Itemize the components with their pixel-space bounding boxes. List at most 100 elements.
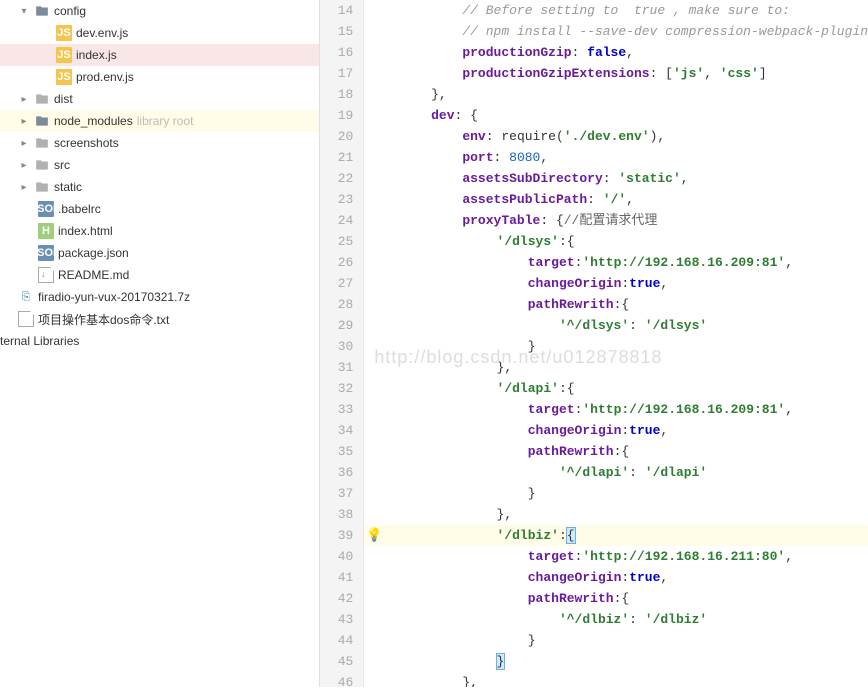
code-line: productionGzipExtensions: ['js', 'css'] [364,63,868,84]
code-line: // Before setting to true , make sure to… [364,0,868,21]
tree-file-index-js[interactable]: JS index.js [0,44,319,66]
code-line: target:'http://192.168.16.209:81', [364,252,868,273]
tree-file-babelrc[interactable]: JSON .babelrc [0,198,319,220]
tree-file-package-json[interactable]: JSON package.json [0,242,319,264]
chevron-right-icon: ▸ [18,182,30,193]
tree-file-dos-txt[interactable]: 项目操作基本dos命令.txt [0,308,319,330]
js-file-icon: JS [56,47,72,63]
project-file-tree[interactable]: ▾ config JS dev.env.js JS index.js JS pr… [0,0,320,687]
code-line: env: require('./dev.env'), [364,126,868,147]
line-number: 36 [320,462,353,483]
js-file-icon: JS [56,69,72,85]
folder-icon [34,179,50,195]
code-line: changeOrigin:true, [364,273,868,294]
folder-icon [34,135,50,151]
line-number: 16 [320,42,353,63]
line-number: 24 [320,210,353,231]
tree-external-libraries[interactable]: ternal Libraries [0,330,319,352]
code-line: productionGzip: false, [364,42,868,63]
archive-file-icon: ⎘ [18,289,34,305]
line-number: 18 [320,84,353,105]
code-area[interactable]: http://blog.csdn.net/u012878818 // Befor… [364,0,868,687]
tree-label: dist [54,92,73,106]
tree-label: static [54,180,82,194]
tree-folder-static[interactable]: ▸ static [0,176,319,198]
code-line: // npm install --save-dev compression-we… [364,21,868,42]
code-line: pathRewrith:{ [364,441,868,462]
code-line-cursor: 💡 '/dlbiz':{ [364,525,868,546]
code-line: } [364,630,868,651]
folder-icon [34,3,50,19]
js-file-icon: JS [56,25,72,41]
code-line: target:'http://192.168.16.211:80', [364,546,868,567]
tree-label: node_modules [54,114,133,128]
line-number: 38 [320,504,353,525]
line-number: 23 [320,189,353,210]
tree-label: index.html [58,224,113,238]
line-number: 40 [320,546,353,567]
code-line: dev: { [364,105,868,126]
tree-label: dev.env.js [76,26,128,40]
text-file-icon [18,311,34,327]
code-line: '^/dlbiz': '/dlbiz' [364,609,868,630]
line-number: 26 [320,252,353,273]
code-line: pathRewrith:{ [364,588,868,609]
line-number: 34 [320,420,353,441]
tree-label: config [54,4,86,18]
tree-label: screenshots [54,136,119,150]
line-number: 25 [320,231,353,252]
code-line: assetsPublicPath: '/', [364,189,868,210]
line-number: 46 [320,672,353,693]
library-root-note: library root [137,114,194,128]
line-number: 45 [320,651,353,672]
tree-folder-src[interactable]: ▸ src [0,154,319,176]
tree-file-readme[interactable]: README.md [0,264,319,286]
line-number: 27 [320,273,353,294]
line-number: 14 [320,0,353,21]
line-number: 39 [320,525,353,546]
code-line: target:'http://192.168.16.209:81', [364,399,868,420]
line-number: 15 [320,21,353,42]
code-line: }, [364,504,868,525]
chevron-right-icon: ▸ [18,116,30,127]
line-number-gutter: 1415161718192021222324252627282930313233… [320,0,364,687]
chevron-right-icon: ▸ [18,160,30,171]
code-line: }, [364,84,868,105]
line-number: 37 [320,483,353,504]
chevron-right-icon: ▸ [18,138,30,149]
folder-icon [34,91,50,107]
tree-file-firadio[interactable]: ⎘ firadio-yun-vux-20170321.7z [0,286,319,308]
chevron-down-icon: ▾ [18,6,30,17]
tree-folder-config[interactable]: ▾ config [0,0,319,22]
tree-label: .babelrc [58,202,101,216]
line-number: 35 [320,441,353,462]
folder-icon [34,113,50,129]
tree-label: package.json [58,246,129,260]
tree-file-index-html[interactable]: H index.html [0,220,319,242]
tree-folder-screenshots[interactable]: ▸ screenshots [0,132,319,154]
code-line: changeOrigin:true, [364,420,868,441]
line-number: 21 [320,147,353,168]
line-number: 19 [320,105,353,126]
tree-label: firadio-yun-vux-20170321.7z [38,290,190,304]
line-number: 32 [320,378,353,399]
line-number: 33 [320,399,353,420]
tree-label: README.md [58,268,129,282]
line-number: 44 [320,630,353,651]
tree-file-prod-env[interactable]: JS prod.env.js [0,66,319,88]
line-number: 43 [320,609,353,630]
code-line: changeOrigin:true, [364,567,868,588]
code-editor[interactable]: 1415161718192021222324252627282930313233… [320,0,868,687]
tree-label: ternal Libraries [0,334,79,348]
line-number: 30 [320,336,353,357]
code-line: } [364,483,868,504]
code-line: '/dlapi':{ [364,378,868,399]
tree-folder-node-modules[interactable]: ▸ node_modules library root [0,110,319,132]
code-line: proxyTable: {//配置请求代理 [364,210,868,231]
code-line: }, [364,672,868,687]
intention-bulb-icon[interactable]: 💡 [366,525,382,546]
tree-file-dev-env[interactable]: JS dev.env.js [0,22,319,44]
tree-label: prod.env.js [76,70,134,84]
tree-label: 项目操作基本dos命令.txt [38,311,169,328]
tree-folder-dist[interactable]: ▸ dist [0,88,319,110]
